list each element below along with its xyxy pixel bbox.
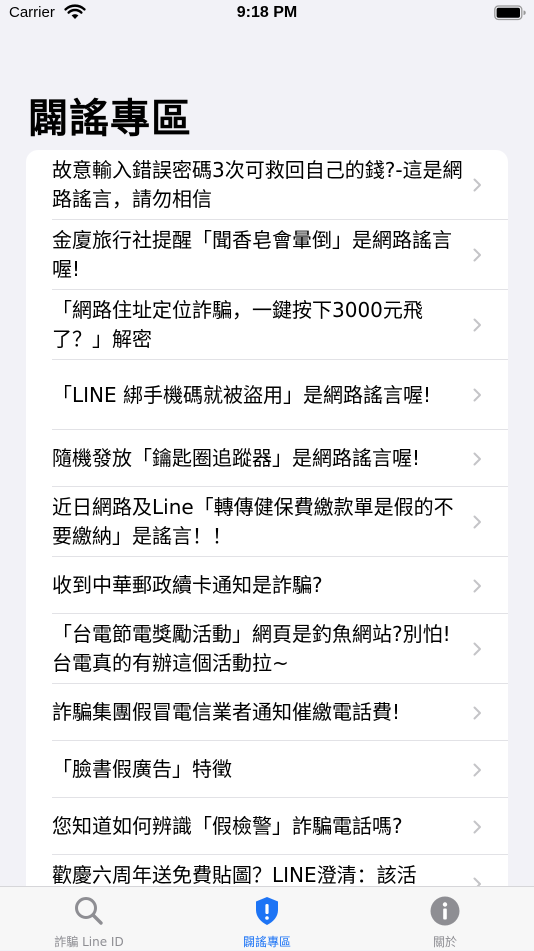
chevron-right-icon xyxy=(473,515,481,529)
article-title: 收到中華郵政續卡通知是詐騙? xyxy=(52,573,323,597)
status-time: 9:18 PM xyxy=(236,4,298,21)
list-item[interactable]: 「網路住址定位詐騙，一鍵按下3000元飛了？」解密 xyxy=(26,290,508,360)
article-title: 您知道如何辨識「假檢警」詐騙電話嗎? xyxy=(52,814,403,838)
chevron-right-icon xyxy=(473,706,481,719)
chevron-right-icon xyxy=(473,452,481,465)
tab-scam-line-id[interactable]: 詐騙 Line ID xyxy=(0,887,178,951)
article-title: 故意輸入錯誤密碼3次可救回自己的錢?-這是網路謠言，請勿相信 xyxy=(52,158,463,211)
info-icon xyxy=(430,896,460,926)
chevron-right-icon xyxy=(473,763,481,776)
article-title: 「網路住址定位詐騙，一鍵按下3000元飛了？」解密 xyxy=(52,298,423,351)
list-item[interactable]: 歡慶六周年送免費貼圖？LINE澄清：該活 xyxy=(26,855,508,886)
article-title: 「臉書假廣告」特徵 xyxy=(52,757,232,781)
tab-label: 關於 xyxy=(432,935,457,949)
chevron-right-icon xyxy=(473,820,481,833)
chevron-right-icon xyxy=(473,178,481,192)
page-title: 闢謠專區 xyxy=(28,96,192,142)
tab-label: 詐騙 Line ID xyxy=(54,935,124,949)
battery-icon xyxy=(494,5,526,21)
list-item[interactable]: 收到中華郵政續卡通知是詐騙? xyxy=(26,557,508,614)
article-title: 「台電節電獎勵活動」網頁是釣魚網站?別怕!台電真的有辦這個活動拉~ xyxy=(52,622,451,675)
status-bar: Carrier 9:18 PM xyxy=(0,0,534,30)
chevron-right-icon xyxy=(473,579,481,592)
list-item[interactable]: 故意輸入錯誤密碼3次可救回自己的錢?-這是網路謠言，請勿相信 xyxy=(26,150,508,220)
search-icon xyxy=(75,897,103,925)
list-item[interactable]: 您知道如何辨識「假檢警」詐騙電話嗎? xyxy=(26,798,508,855)
list-item[interactable]: 「台電節電獎勵活動」網頁是釣魚網站?別怕!台電真的有辦這個活動拉~ xyxy=(26,614,508,684)
chevron-right-icon xyxy=(473,318,481,332)
shield-icon xyxy=(256,897,278,925)
rumor-article-list[interactable]: 故意輸入錯誤密碼3次可救回自己的錢?-這是網路謠言，請勿相信 金廈旅行社提醒「聞… xyxy=(26,150,508,886)
chevron-right-icon xyxy=(473,877,481,886)
list-item[interactable]: 「LINE 綁手機碼就被盜用」是網路謠言喔! xyxy=(26,360,508,430)
chevron-right-icon xyxy=(473,388,481,402)
list-item[interactable]: 「臉書假廣告」特徵 xyxy=(26,741,508,798)
tab-about[interactable]: 關於 xyxy=(356,887,534,951)
article-title: 近日網路及Line「轉傳健保費繳款單是假的不要繳納」是謠言！！ xyxy=(52,495,454,548)
tab-rumor-zone[interactable]: 闢謠專區 xyxy=(178,887,356,951)
chevron-right-icon xyxy=(473,642,481,656)
list-item[interactable]: 近日網路及Line「轉傳健保費繳款單是假的不要繳納」是謠言！！ xyxy=(26,487,508,557)
article-title: 金廈旅行社提醒「聞香皂會暈倒」是網路謠言喔! xyxy=(52,228,452,281)
article-title: 隨機發放「鑰匙圈追蹤器」是網路謠言喔! xyxy=(52,446,421,470)
article-title: 詐騙集團假冒電信業者通知催繳電話費! xyxy=(52,700,401,724)
article-title: 「LINE 綁手機碼就被盜用」是網路謠言喔! xyxy=(52,382,432,407)
article-title: 歡慶六周年送免費貼圖？LINE澄清：該活 xyxy=(52,863,417,886)
list-item[interactable]: 詐騙集團假冒電信業者通知催繳電話費! xyxy=(26,684,508,741)
list-item[interactable]: 隨機發放「鑰匙圈追蹤器」是網路謠言喔! xyxy=(26,430,508,487)
tab-label: 闢謠專區 xyxy=(242,935,291,949)
chevron-right-icon xyxy=(473,248,481,262)
tab-bar: 詐騙 Line ID 闢謠專區 關於 xyxy=(0,886,534,950)
list-item[interactable]: 金廈旅行社提醒「聞香皂會暈倒」是網路謠言喔! xyxy=(26,220,508,290)
